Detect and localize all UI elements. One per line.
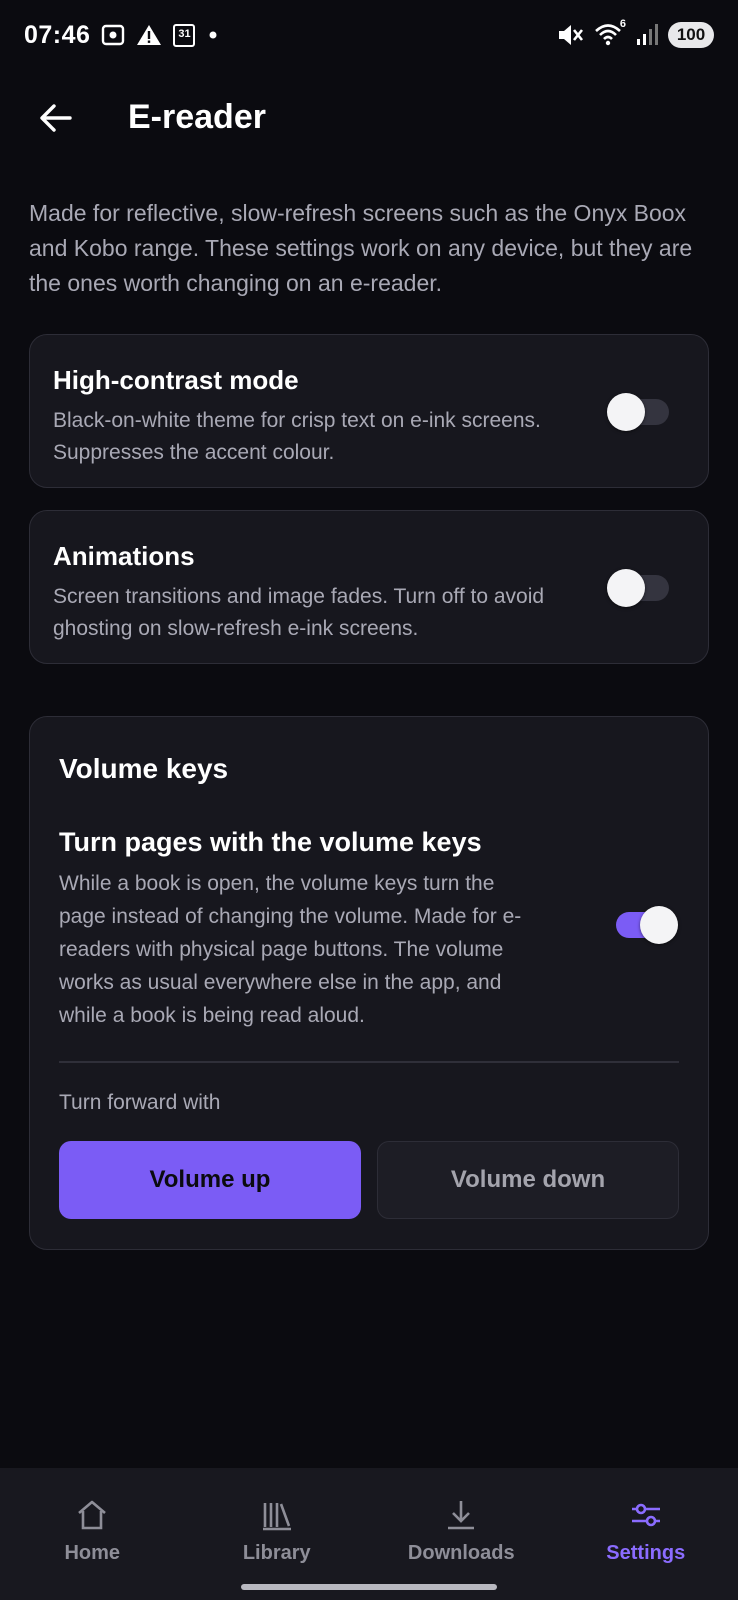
- high-contrast-card[interactable]: High-contrast mode Black-on-white theme …: [29, 334, 709, 488]
- mute-icon: [556, 22, 584, 48]
- battery-icon: 100: [668, 22, 714, 48]
- back-arrow-icon: [40, 104, 72, 132]
- warning-icon: [136, 23, 162, 47]
- download-icon: [444, 1496, 478, 1534]
- toggle-knob: [640, 906, 678, 944]
- animations-card[interactable]: Animations Screen transitions and image …: [29, 510, 709, 664]
- nav-item-library[interactable]: Library: [185, 1468, 370, 1600]
- status-bar: 07:46 31 6 100: [0, 0, 738, 70]
- divider: [59, 1061, 679, 1063]
- intro-text: Made for reflective, slow-refresh screen…: [29, 200, 693, 296]
- nav-label-settings: Settings: [606, 1542, 686, 1564]
- signal-icon: [636, 23, 658, 47]
- home-indicator[interactable]: [241, 1584, 497, 1590]
- volume-keys-title: Turn pages with the volume keys: [59, 827, 482, 857]
- screenshot-icon: [100, 22, 126, 48]
- animations-toggle[interactable]: [607, 569, 669, 607]
- volume-down-button[interactable]: Volume down: [377, 1141, 679, 1219]
- high-contrast-title: High-contrast mode: [53, 365, 299, 395]
- wifi-badge: 6: [619, 18, 626, 30]
- turn-forward-label: Turn forward with: [59, 1091, 221, 1114]
- volume-keys-toggle[interactable]: [616, 906, 678, 944]
- settings-sliders-icon: [629, 1496, 663, 1534]
- volume-keys-section-title: Volume keys: [59, 753, 229, 784]
- back-button[interactable]: [30, 92, 82, 144]
- bottom-nav: Home Library Downloads Settings: [0, 1468, 738, 1600]
- calendar-icon: 31: [172, 22, 196, 48]
- wifi-icon: 6: [594, 18, 626, 48]
- volume-up-button[interactable]: Volume up: [59, 1141, 361, 1219]
- volume-keys-description: While a book is open, the volume keys tu…: [59, 872, 522, 1027]
- toggle-knob: [607, 393, 645, 431]
- status-left: 07:46 31: [24, 21, 220, 50]
- library-icon: [260, 1496, 294, 1534]
- nav-item-downloads[interactable]: Downloads: [369, 1468, 554, 1600]
- app-bar: E-reader: [0, 80, 738, 156]
- volume-keys-card: Volume keys Turn pages with the volume k…: [29, 716, 709, 1250]
- nav-label-downloads: Downloads: [407, 1542, 515, 1564]
- status-right: 6 100: [556, 18, 714, 48]
- toggle-knob: [607, 569, 645, 607]
- dot-icon: [206, 28, 220, 42]
- home-icon: [75, 1496, 109, 1534]
- nav-label-library: Library: [242, 1542, 311, 1564]
- nav-item-home[interactable]: Home: [0, 1468, 185, 1600]
- status-time: 07:46: [24, 20, 91, 49]
- animations-description: Screen transitions and image fades. Turn…: [53, 585, 545, 640]
- animations-title: Animations: [53, 541, 195, 571]
- nav-label-home: Home: [64, 1542, 121, 1564]
- page-title: E-reader: [128, 98, 266, 136]
- high-contrast-toggle[interactable]: [607, 393, 669, 431]
- nav-item-settings[interactable]: Settings: [554, 1468, 738, 1600]
- high-contrast-description: Black-on-white theme for crisp text on e…: [53, 409, 541, 464]
- calendar-day: 31: [178, 28, 191, 40]
